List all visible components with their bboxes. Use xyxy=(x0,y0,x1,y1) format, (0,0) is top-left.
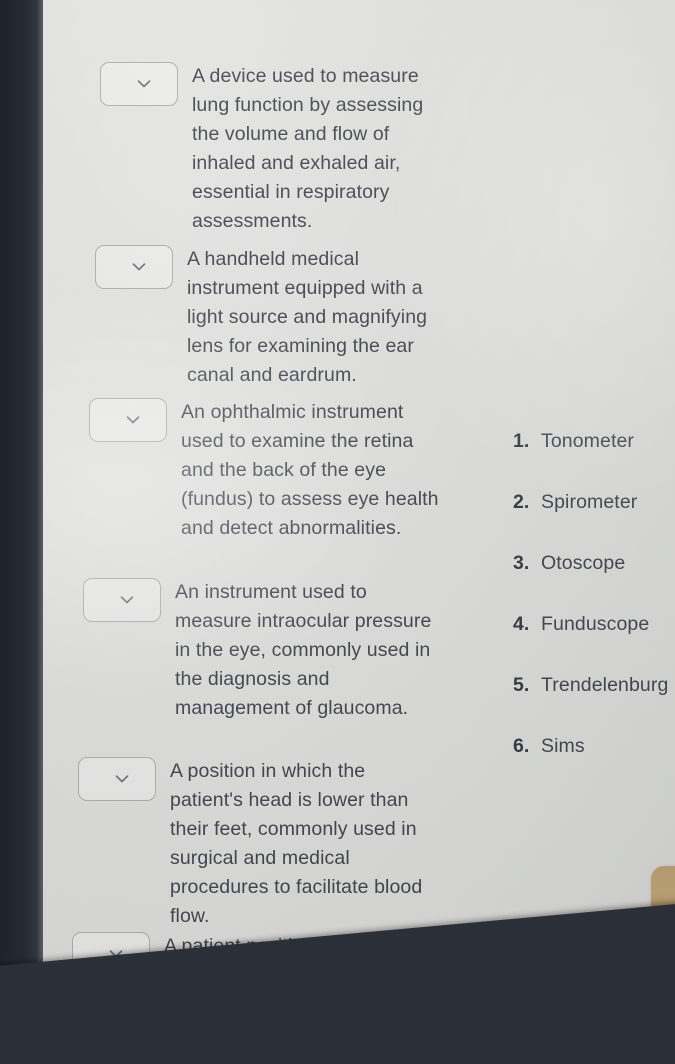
answer-bank-label: Sims xyxy=(541,735,585,757)
photo-of-screen: A device used to measure lung function b… xyxy=(0,0,675,1064)
definition-text: An ophthalmic instrument used to examine… xyxy=(181,401,439,539)
chevron-down-icon xyxy=(137,80,150,89)
answer-bank-label: Trendelenburg xyxy=(541,674,669,696)
answer-bank-label: Tonometer xyxy=(541,430,635,452)
answer-bank-number: 4. xyxy=(513,613,530,635)
definition-row: A device used to measure lung function b… xyxy=(100,62,450,236)
device-bezel-left xyxy=(0,0,43,1064)
answer-bank-number: 6. xyxy=(513,735,530,757)
chevron-down-icon xyxy=(115,775,128,784)
answer-select-1[interactable] xyxy=(100,62,178,106)
chevron-down-icon xyxy=(132,263,145,272)
answer-bank-number: 5. xyxy=(513,674,530,696)
answer-bank-number: 2. xyxy=(513,491,530,513)
answer-select-3[interactable] xyxy=(89,398,167,442)
definition-text: A handheld medical instrument equipped w… xyxy=(187,248,428,386)
answer-bank-number: 3. xyxy=(513,552,530,574)
answer-bank-item[interactable]: 4. Funduscope xyxy=(513,613,675,636)
screen-surface: A device used to measure lung function b… xyxy=(43,0,675,1064)
answer-bank-label: Spirometer xyxy=(541,491,638,513)
answer-bank-item[interactable]: 5. Trendelenburg xyxy=(513,674,675,697)
answer-select-2[interactable] xyxy=(95,245,173,289)
chevron-down-icon xyxy=(126,416,139,425)
answer-bank-list: 1. Tonometer 2. Spirometer 3. Otoscope 4… xyxy=(513,430,675,796)
answer-bank-item[interactable]: 6. Sims xyxy=(513,735,675,758)
definition-text: An instrument used to measure intraocula… xyxy=(175,581,432,719)
definition-text: A device used to measure lung function b… xyxy=(192,65,424,232)
definition-row: An instrument used to measure intraocula… xyxy=(83,578,433,723)
definition-text: A position in which the patient's head i… xyxy=(170,760,423,927)
answer-select-4[interactable] xyxy=(83,578,161,622)
definition-row: A handheld medical instrument equipped w… xyxy=(95,245,445,390)
answer-bank-item[interactable]: 3. Otoscope xyxy=(513,552,675,575)
definition-row: A position in which the patient's head i… xyxy=(78,757,428,931)
answer-bank-number: 1. xyxy=(513,430,530,452)
answer-select-5[interactable] xyxy=(78,757,156,801)
chevron-down-icon xyxy=(120,596,133,605)
answer-bank-label: Funduscope xyxy=(541,613,650,635)
answer-bank-item[interactable]: 2. Spirometer xyxy=(513,491,675,514)
definition-row: An ophthalmic instrument used to examine… xyxy=(89,398,439,543)
answer-bank-item[interactable]: 1. Tonometer xyxy=(513,430,675,453)
answer-bank-label: Otoscope xyxy=(541,552,626,574)
